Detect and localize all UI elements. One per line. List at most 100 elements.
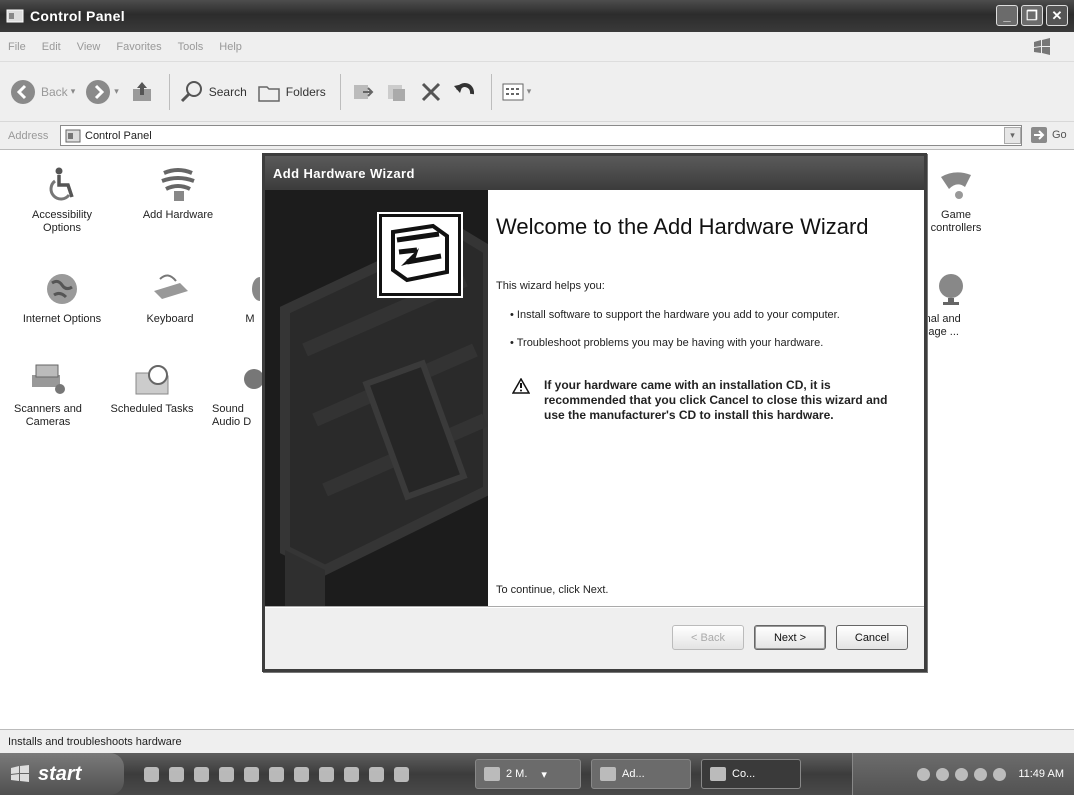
forward-arrow-icon xyxy=(86,79,111,104)
control-panel-icon xyxy=(6,9,24,23)
up-folder-button[interactable] xyxy=(129,79,155,105)
add-hardware-icon xyxy=(161,168,195,201)
chevron-down-icon: ▾ xyxy=(541,768,547,781)
folders-button[interactable]: Folders xyxy=(257,81,326,103)
add-hardware-wizard-dialog: Add Hardware Wizard Welcome to the Add H… xyxy=(262,153,927,672)
mouse-icon xyxy=(252,277,260,301)
word-icon xyxy=(484,767,500,781)
move-to-icon xyxy=(353,84,374,99)
chevron-down-icon: ▾ xyxy=(1010,130,1015,140)
tray-icon[interactable] xyxy=(955,767,969,781)
menu-favorites[interactable]: Favorites xyxy=(116,41,161,53)
toolbar: Back ▾ ▾ Search Folders ▾ xyxy=(0,62,1074,122)
search-label: Search xyxy=(208,84,247,99)
folders-label: Folders xyxy=(285,84,326,99)
cp-item-label: Scheduled Tasks xyxy=(110,403,194,415)
search-button[interactable]: Search xyxy=(180,80,247,104)
quick-launch-icon[interactable] xyxy=(319,766,334,782)
cp-item-mouse[interactable]: M xyxy=(200,271,260,326)
cp-item-scanners-cameras[interactable]: Scanners and Cameras xyxy=(0,361,96,429)
toolbar-separator xyxy=(339,73,341,110)
menu-file[interactable]: File xyxy=(8,41,26,53)
warning-text: If your hardware came with an installati… xyxy=(544,378,888,422)
scanner-icon xyxy=(32,364,65,394)
quick-launch-icon[interactable] xyxy=(244,766,259,782)
undo-button[interactable] xyxy=(453,80,477,104)
start-button[interactable]: start xyxy=(0,753,124,795)
sound-icon xyxy=(244,369,262,389)
restore-button[interactable]: ❐ xyxy=(1021,5,1043,26)
taskbar-button-add-hardware[interactable]: Ad... xyxy=(591,759,691,789)
go-arrow-icon xyxy=(1031,127,1047,143)
back-button[interactable]: < Back xyxy=(672,625,744,650)
cp-item-scheduled-tasks[interactable]: Scheduled Tasks xyxy=(106,361,198,416)
address-input[interactable]: Control Panel ▾ xyxy=(60,125,1022,146)
back-button[interactable]: Back ▾ xyxy=(10,79,75,105)
quick-launch-icon[interactable] xyxy=(194,766,209,782)
menu-view[interactable]: View xyxy=(77,41,101,53)
cp-item-accessibility[interactable]: Accessibility Options xyxy=(12,167,112,235)
folders-icon xyxy=(258,85,280,102)
menu-help[interactable]: Help xyxy=(219,41,242,53)
quick-launch-icon[interactable] xyxy=(169,766,184,782)
undo-icon xyxy=(453,82,474,94)
copy-to-button[interactable] xyxy=(385,80,409,104)
wizard-intro: This wizard helps you: xyxy=(496,280,605,292)
tray-icon[interactable] xyxy=(993,767,1007,781)
views-button[interactable]: ▾ xyxy=(502,82,532,102)
search-icon xyxy=(180,80,202,102)
up-folder-icon xyxy=(132,81,151,101)
cancel-button[interactable]: Cancel xyxy=(836,625,908,650)
quick-launch-icon[interactable] xyxy=(144,766,159,782)
menu-edit[interactable]: Edit xyxy=(42,41,61,53)
quick-launch-icon[interactable] xyxy=(394,766,409,782)
continue-text: To continue, click Next. xyxy=(496,584,609,596)
wizard-heading: Welcome to the Add Hardware Wizard xyxy=(496,214,869,239)
windows-logo-icon xyxy=(1034,38,1050,55)
taskbar-button-word[interactable]: 2 M. ▾ xyxy=(475,759,581,789)
cp-item-label: Scanners and Cameras xyxy=(14,403,82,428)
globe-icon xyxy=(47,274,77,304)
cp-item-sounds[interactable]: Sound Audio D xyxy=(206,361,262,429)
menu-tools[interactable]: Tools xyxy=(178,41,204,53)
taskbar: start 2 M. ▾ Ad... Co... 11:49 AM xyxy=(0,753,1074,795)
copy-to-icon xyxy=(387,84,405,101)
quick-launch-icon[interactable] xyxy=(294,766,309,782)
title-bar: Control Panel _ ❐ ✕ xyxy=(0,0,1074,32)
quick-launch-icon[interactable] xyxy=(344,766,359,782)
views-icon xyxy=(502,83,524,100)
next-button[interactable]: Next > xyxy=(754,625,826,650)
forward-button[interactable]: ▾ xyxy=(85,79,119,105)
cp-item-label: Keyboard xyxy=(146,313,194,325)
cp-item-add-hardware[interactable]: Add Hardware xyxy=(128,167,228,222)
toolbar-separator xyxy=(490,73,492,110)
close-icon: ✕ xyxy=(1051,7,1063,23)
cp-item-label: Add Hardware xyxy=(142,209,214,221)
go-button[interactable]: Go xyxy=(1030,126,1067,144)
tray-icon[interactable] xyxy=(974,767,988,781)
minimize-button[interactable]: _ xyxy=(996,5,1018,26)
quick-launch xyxy=(144,766,409,782)
taskbar-button-control-panel[interactable]: Co... xyxy=(701,759,801,789)
window-title: Control Panel xyxy=(30,8,125,24)
warning-icon xyxy=(512,378,530,394)
move-to-button[interactable] xyxy=(351,80,375,104)
wizard-content: Welcome to the Add Hardware Wizard This … xyxy=(488,190,924,606)
task-label: Co... xyxy=(732,768,756,780)
clock: 11:49 AM xyxy=(1018,768,1064,780)
chevron-down-icon[interactable]: ▾ xyxy=(114,86,119,97)
delete-button[interactable] xyxy=(419,80,443,104)
cp-item-label: Game controllers xyxy=(930,209,982,234)
quick-launch-icon[interactable] xyxy=(369,766,384,782)
chevron-down-icon[interactable]: ▾ xyxy=(527,86,532,97)
close-button[interactable]: ✕ xyxy=(1046,5,1068,26)
quick-launch-icon[interactable] xyxy=(269,766,284,782)
chevron-down-icon[interactable]: ▾ xyxy=(71,86,76,97)
tray-icon[interactable] xyxy=(936,767,950,781)
wizard-warning: If your hardware came with an installati… xyxy=(496,378,906,423)
tray-icon[interactable] xyxy=(917,767,931,781)
address-dropdown-button[interactable]: ▾ xyxy=(1004,127,1021,144)
cp-item-internet-options[interactable]: Internet Options xyxy=(12,271,112,326)
delete-icon xyxy=(421,82,440,101)
quick-launch-icon[interactable] xyxy=(219,766,234,782)
